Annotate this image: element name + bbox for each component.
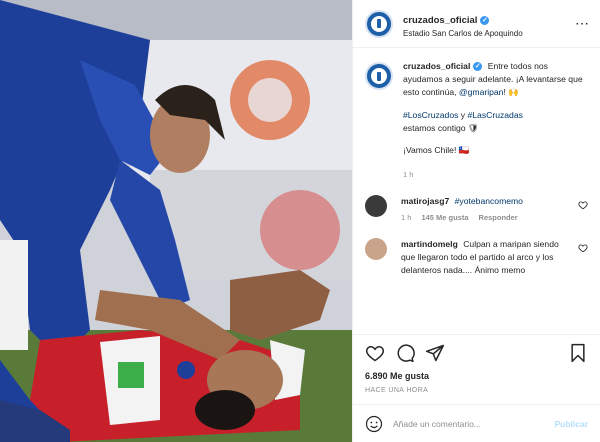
caption-paragraph-3: ¡Vamos Chile! 🇨🇱 (403, 145, 470, 156)
comments-section: cruzados_oficial ✓ Entre todos nos ayuda… (353, 48, 600, 334)
caption-avatar[interactable] (365, 62, 393, 90)
caption-username-text[interactable]: cruzados_oficial (403, 60, 470, 73)
comment-item: matirojasg7 #yotebancomemo 1 h 145 Me gu… (365, 194, 588, 224)
like-comment-heart-icon[interactable] (578, 200, 588, 210)
caption-text-1-end: ! 🙌 (503, 86, 519, 97)
caption-connector: y (458, 109, 468, 120)
comment-item: martindomelg Culpan a maripan siendo que… (365, 237, 588, 277)
players-photo-illustration (0, 0, 352, 442)
comment-likes[interactable]: 145 Me gusta (421, 212, 468, 223)
caption-time[interactable]: 1 h (403, 169, 588, 180)
post-side-panel: cruzados_oficial ✓ Estadio San Carlos de… (352, 0, 600, 442)
comment-body: matirojasg7 #yotebancomemo 1 h 145 Me gu… (401, 195, 539, 224)
caption-text-2: estamos contigo 🛡 (403, 122, 479, 133)
share-send-icon[interactable] (425, 343, 445, 363)
verified-badge-icon: ✓ (480, 15, 490, 25)
post-photo[interactable] (0, 0, 352, 442)
comment-hashtag-link[interactable]: #yotebancomemo (455, 196, 523, 206)
post-actions: 6.890 Me gusta HACE UNA HORA (353, 334, 600, 404)
hashtag-link-1[interactable]: #LosCruzados (403, 110, 458, 120)
header-username[interactable]: cruzados_oficial ✓ (403, 15, 490, 27)
emoji-smiley-icon[interactable] (365, 415, 383, 433)
caption-username[interactable]: cruzados_oficial ✓ (403, 60, 483, 73)
caption-paragraph-2: #LosCruzados y #LasCruzadas estamos cont… (403, 109, 588, 135)
likes-count[interactable]: 6.890 Me gusta (365, 371, 588, 381)
like-comment-heart-icon[interactable] (578, 243, 588, 253)
add-comment-bar: Publicar (353, 404, 600, 442)
commenter-avatar[interactable] (365, 237, 387, 260)
post-header: cruzados_oficial ✓ Estadio San Carlos de… (353, 0, 600, 48)
comment-username[interactable]: matirojasg7 (401, 195, 449, 208)
header-location[interactable]: Estadio San Carlos de Apoquindo (403, 29, 575, 39)
comment-time[interactable]: 1 h (401, 212, 411, 223)
header-text: cruzados_oficial ✓ Estadio San Carlos de… (403, 9, 575, 39)
like-heart-icon[interactable] (365, 343, 385, 363)
verified-badge-icon: ✓ (473, 61, 483, 71)
hashtag-link-2[interactable]: #LasCruzadas (468, 110, 523, 120)
comment-input[interactable] (393, 418, 555, 429)
comment-username[interactable]: martindomelg (401, 238, 458, 251)
commenter-avatar[interactable] (365, 194, 387, 217)
mention-link[interactable]: @gmaripan (459, 87, 504, 97)
caption-body: cruzados_oficial ✓ Entre todos nos ayuda… (403, 60, 588, 181)
comment-body: martindomelg Culpan a maripan siendo que… (401, 238, 588, 277)
bookmark-icon[interactable] (568, 343, 588, 363)
account-avatar[interactable] (365, 9, 393, 38)
post-caption: cruzados_oficial ✓ Entre todos nos ayuda… (365, 60, 588, 181)
header-username-text[interactable]: cruzados_oficial (403, 15, 477, 27)
caption-paragraph-1: cruzados_oficial ✓ Entre todos nos ayuda… (403, 60, 588, 99)
instagram-post-view: cruzados_oficial ✓ Estadio San Carlos de… (0, 0, 600, 442)
publish-button[interactable]: Publicar (554, 419, 588, 429)
more-horizontal-icon[interactable]: ⋯ (575, 15, 590, 32)
action-icons (365, 343, 588, 363)
comment-meta: 1 h 145 Me gusta Responder (401, 212, 523, 223)
post-timestamp[interactable]: HACE UNA HORA (365, 387, 588, 394)
comment-bubble-icon[interactable] (395, 343, 415, 363)
reply-button[interactable]: Responder (479, 212, 518, 223)
